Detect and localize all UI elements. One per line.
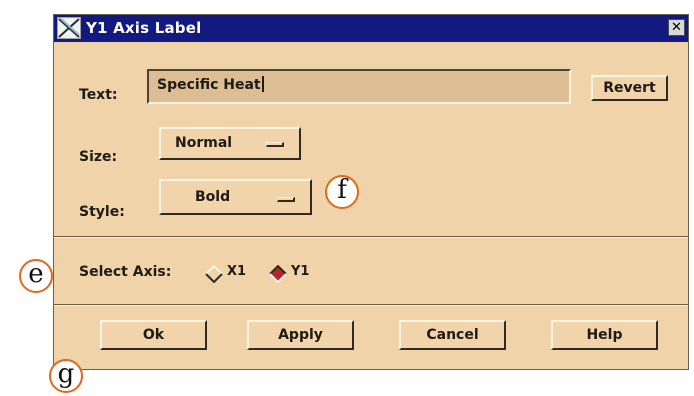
option-menu-indicator-icon	[277, 197, 295, 202]
diamond-radio-icon	[269, 265, 287, 283]
help-button[interactable]: Help	[551, 320, 658, 350]
motif-x-logo-icon[interactable]	[57, 17, 81, 39]
radio-y1[interactable]: Y1	[269, 263, 329, 285]
title-bar[interactable]: Y1 Axis Label ✕	[54, 15, 688, 42]
apply-button[interactable]: Apply	[247, 320, 354, 350]
window-title: Y1 Axis Label	[86, 19, 202, 37]
text-input[interactable]: Specific Heat	[147, 69, 571, 104]
size-label: Size:	[79, 149, 118, 165]
text-cursor	[261, 76, 264, 92]
radio-x1[interactable]: X1	[205, 263, 277, 285]
diamond-radio-icon	[205, 265, 223, 283]
ok-button[interactable]: Ok	[100, 320, 207, 350]
style-label: Style:	[79, 204, 125, 220]
separator	[54, 236, 688, 238]
option-menu-indicator-icon	[266, 142, 284, 147]
callout-e: e	[19, 259, 53, 293]
callout-g: g	[49, 359, 83, 393]
radio-x1-label: X1	[227, 264, 247, 279]
revert-button[interactable]: Revert	[591, 75, 668, 101]
select-axis-label: Select Axis:	[79, 264, 172, 280]
close-icon[interactable]: ✕	[668, 19, 685, 36]
style-option-value: Bold	[195, 189, 231, 205]
style-option-menu[interactable]: Bold	[159, 179, 312, 215]
callout-f: f	[325, 175, 359, 209]
screen: { "window": { "title": "Y1 Axis Label", …	[0, 0, 694, 396]
radio-y1-label: Y1	[291, 264, 310, 279]
cancel-button[interactable]: Cancel	[399, 320, 506, 350]
y1-axis-label-dialog: Y1 Axis Label ✕ Text: Specific Heat Reve…	[53, 14, 689, 370]
text-input-text: Specific Heat	[157, 77, 261, 93]
text-label: Text:	[79, 87, 118, 103]
text-input-value: Specific Heat	[157, 76, 264, 93]
size-option-value: Normal	[175, 135, 233, 151]
separator	[54, 304, 688, 306]
size-option-menu[interactable]: Normal	[159, 127, 301, 160]
